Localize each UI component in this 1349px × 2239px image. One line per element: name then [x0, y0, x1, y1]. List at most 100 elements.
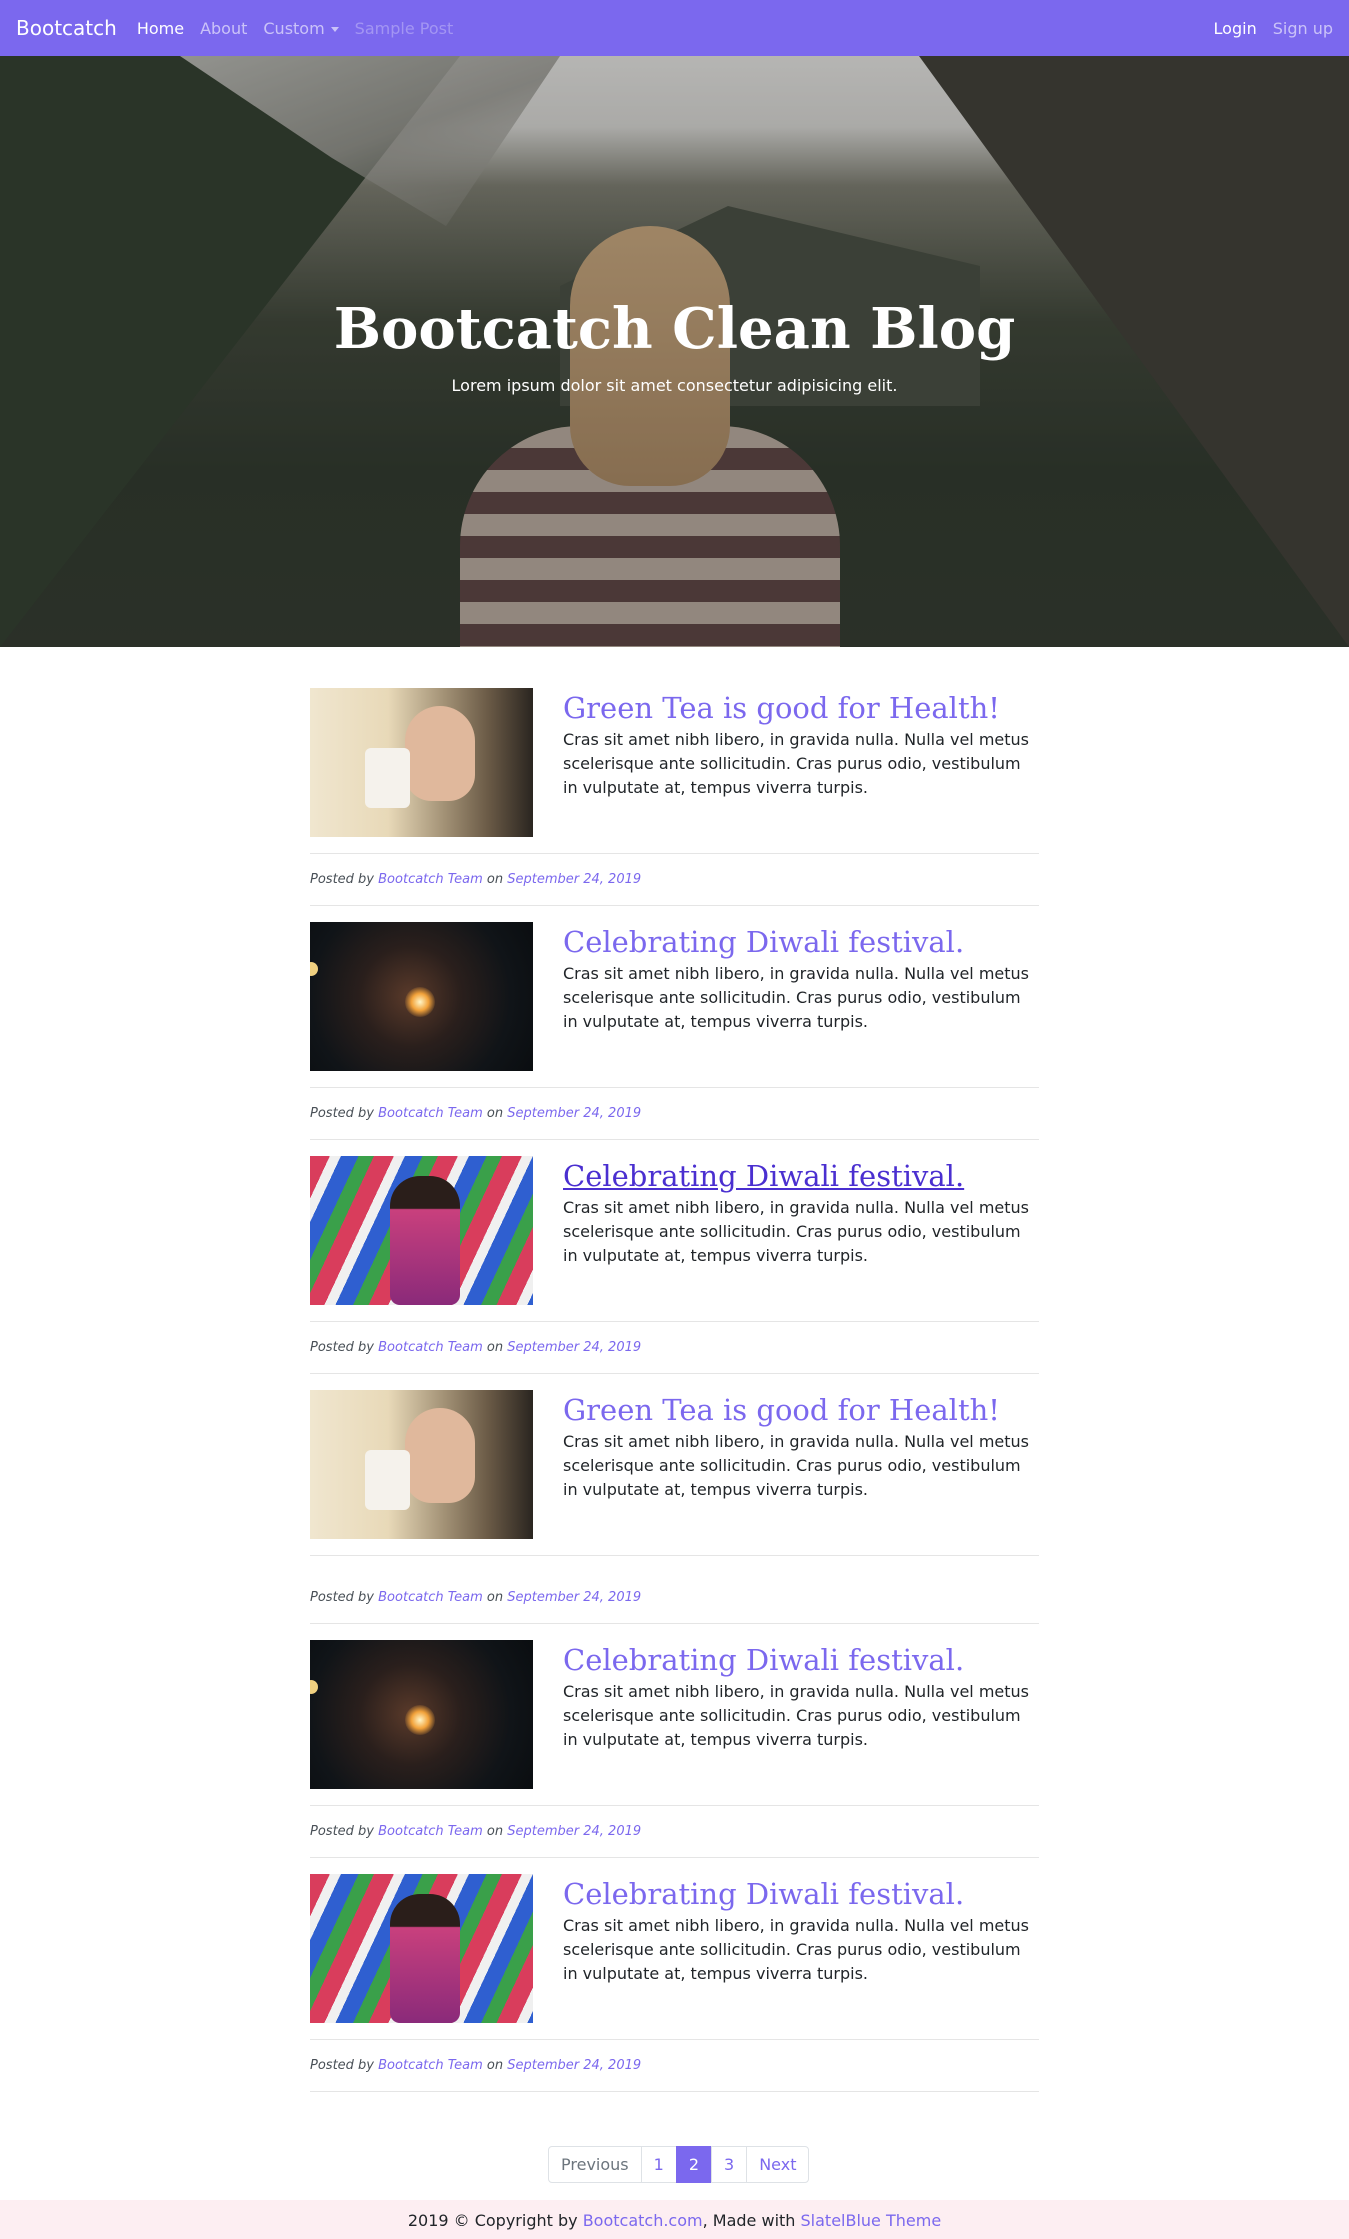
top-navbar: Bootcatch Home About Custom Sample Post … [0, 0, 1349, 56]
post-text: Celebrating Diwali festival. Cras sit am… [563, 1156, 1039, 1268]
thumb-face [405, 1408, 475, 1503]
on-label: on [486, 1106, 504, 1121]
nav-custom-dropdown[interactable]: Custom [263, 18, 339, 38]
post-item: Green Tea is good for Health! Cras sit a… [310, 1390, 1039, 1624]
post-excerpt: Cras sit amet nibh libero, in gravida nu… [563, 1198, 1029, 1265]
post-date-link[interactable]: September 24, 2019 [507, 1340, 641, 1355]
on-label: on [486, 2058, 504, 2073]
post-meta: Posted by Bootcatch Team on September 24… [310, 1322, 1039, 1373]
thumb-light [310, 962, 318, 976]
signup-link[interactable]: Sign up [1273, 19, 1333, 38]
post-thumbnail[interactable] [310, 922, 533, 1071]
thumb-cup [365, 1450, 410, 1510]
post-item: Celebrating Diwali festival. Cras sit am… [310, 1874, 1039, 2092]
post-text: Celebrating Diwali festival. Cras sit am… [563, 1640, 1039, 1752]
hero-banner: Bootcatch Clean Blog Lorem ipsum dolor s… [0, 56, 1349, 647]
posted-by-label: Posted by [310, 872, 374, 887]
post-meta: Posted by Bootcatch Team on September 24… [310, 1088, 1039, 1139]
on-label: on [486, 872, 504, 887]
on-label: on [486, 1340, 504, 1355]
post-excerpt: Cras sit amet nibh libero, in gravida nu… [563, 730, 1029, 797]
posted-by-label: Posted by [310, 1824, 374, 1839]
thumb-light [310, 1680, 318, 1694]
post-title-link[interactable]: Celebrating Diwali festival. [563, 1642, 1039, 1678]
post-excerpt: Cras sit amet nibh libero, in gravida nu… [563, 964, 1029, 1031]
post-text: Green Tea is good for Health! Cras sit a… [563, 688, 1039, 800]
post-title-link[interactable]: Green Tea is good for Health! [563, 1392, 1039, 1428]
on-label: on [486, 1590, 504, 1605]
pagination: Previous 1 2 3 Next [548, 2146, 810, 2183]
divider [310, 1139, 1039, 1140]
post-author-link[interactable]: Bootcatch Team [378, 1824, 483, 1839]
post-item: Green Tea is good for Health! Cras sit a… [310, 688, 1039, 906]
posted-by-label: Posted by [310, 2058, 374, 2073]
post-item: Celebrating Diwali festival. Cras sit am… [310, 922, 1039, 1140]
nav-custom-label: Custom [263, 18, 325, 38]
post-meta: Posted by Bootcatch Team on September 24… [310, 2040, 1039, 2091]
post-excerpt: Cras sit amet nibh libero, in gravida nu… [563, 1682, 1029, 1749]
posted-by-label: Posted by [310, 1590, 374, 1605]
footer-theme-link[interactable]: SlatelBlue Theme [801, 2211, 942, 2230]
post-meta: Posted by Bootcatch Team on September 24… [310, 854, 1039, 905]
divider [310, 1373, 1039, 1374]
thumb-sparkler [405, 1705, 435, 1735]
nav-right: Login Sign up [1198, 19, 1333, 38]
thumb-person [390, 1176, 460, 1305]
post-date-link[interactable]: September 24, 2019 [507, 1106, 641, 1121]
caret-down-icon [330, 26, 339, 32]
post-title-link[interactable]: Celebrating Diwali festival. [563, 1876, 1039, 1912]
hero-subtitle: Lorem ipsum dolor sit amet consectetur a… [451, 376, 898, 395]
post-date-link[interactable]: September 24, 2019 [507, 1590, 641, 1605]
brand-logo[interactable]: Bootcatch [16, 16, 117, 40]
post-title-link[interactable]: Green Tea is good for Health! [563, 690, 1039, 726]
footer: 2019 © Copyright by Bootcatch.com, Made … [0, 2200, 1349, 2239]
pagination-page-1[interactable]: 1 [640, 2146, 677, 2183]
post-date-link[interactable]: September 24, 2019 [507, 1824, 641, 1839]
thumb-sparkler [405, 987, 435, 1017]
post-text: Celebrating Diwali festival. Cras sit am… [563, 1874, 1039, 1986]
nav-sample-post: Sample Post [354, 18, 454, 38]
post-row: Celebrating Diwali festival. Cras sit am… [310, 1640, 1039, 1789]
post-title-link[interactable]: Celebrating Diwali festival. [563, 1158, 1039, 1194]
divider [310, 905, 1039, 906]
post-date-link[interactable]: September 24, 2019 [507, 2058, 641, 2073]
post-author-link[interactable]: Bootcatch Team [378, 2058, 483, 2073]
thumb-cup [365, 748, 410, 808]
post-item: Celebrating Diwali festival. Cras sit am… [310, 1156, 1039, 1374]
post-excerpt: Cras sit amet nibh libero, in gravida nu… [563, 1432, 1029, 1499]
login-link[interactable]: Login [1214, 19, 1257, 38]
post-author-link[interactable]: Bootcatch Team [378, 1106, 483, 1121]
footer-copyright: 2019 © Copyright by [407, 2211, 578, 2230]
post-author-link[interactable]: Bootcatch Team [378, 1340, 483, 1355]
post-row: Celebrating Diwali festival. Cras sit am… [310, 1156, 1039, 1305]
post-thumbnail[interactable] [310, 1874, 533, 2023]
divider [310, 1623, 1039, 1624]
thumb-person [390, 1894, 460, 2023]
nav-home[interactable]: Home [137, 19, 184, 38]
nav-about[interactable]: About [200, 19, 247, 38]
post-row: Celebrating Diwali festival. Cras sit am… [310, 922, 1039, 1071]
hero-title: Bootcatch Clean Blog [333, 296, 1016, 362]
post-author-link[interactable]: Bootcatch Team [378, 872, 483, 887]
post-date-link[interactable]: September 24, 2019 [507, 872, 641, 887]
post-author-link[interactable]: Bootcatch Team [378, 1590, 483, 1605]
thumb-face [405, 706, 475, 801]
nav-left: Bootcatch Home About Custom Sample Post [16, 16, 469, 40]
post-meta: Posted by Bootcatch Team on September 24… [310, 1806, 1039, 1857]
post-text: Celebrating Diwali festival. Cras sit am… [563, 922, 1039, 1034]
on-label: on [486, 1824, 504, 1839]
footer-made-with: , Made with [702, 2211, 796, 2230]
post-text: Green Tea is good for Health! Cras sit a… [563, 1390, 1039, 1502]
post-thumbnail[interactable] [310, 688, 533, 837]
footer-site-link[interactable]: Bootcatch.com [583, 2211, 703, 2230]
post-excerpt: Cras sit amet nibh libero, in gravida nu… [563, 1916, 1029, 1983]
pagination-next[interactable]: Next [746, 2146, 810, 2183]
pagination-page-2[interactable]: 2 [675, 2146, 712, 2183]
pagination-page-3[interactable]: 3 [711, 2146, 748, 2183]
pagination-previous[interactable]: Previous [548, 2146, 642, 2183]
post-thumbnail[interactable] [310, 1640, 533, 1789]
post-title-link[interactable]: Celebrating Diwali festival. [563, 924, 1039, 960]
divider [310, 1857, 1039, 1858]
post-thumbnail[interactable] [310, 1156, 533, 1305]
post-thumbnail[interactable] [310, 1390, 533, 1539]
